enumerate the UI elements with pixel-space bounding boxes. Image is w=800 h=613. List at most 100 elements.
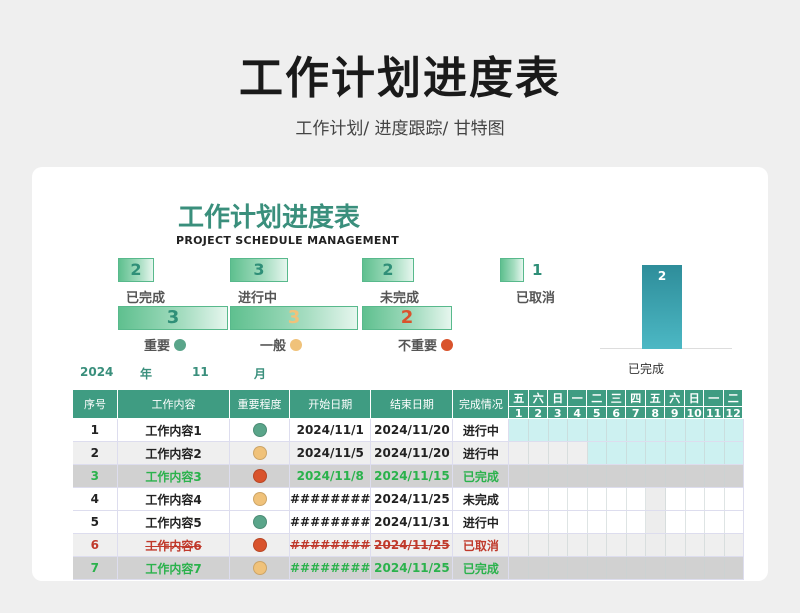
- gantt-cell: [588, 488, 608, 510]
- imp-normal-label: 一般: [260, 335, 303, 354]
- gantt-cell: [725, 511, 744, 533]
- day-header: 四7: [626, 390, 646, 420]
- cell-status: 进行中: [452, 418, 510, 442]
- cell-status: 已取消: [452, 533, 510, 557]
- cell-start-date: ########: [289, 510, 372, 534]
- importance-dot-icon: [252, 492, 267, 507]
- table-row[interactable]: 2 工作内容2 2024/11/5 2024/11/20 进行中: [72, 441, 745, 465]
- weekday-label: 一: [567, 390, 587, 407]
- table-row[interactable]: 5 工作内容5 ######## 2024/11/31 进行中: [72, 510, 745, 534]
- gantt-cell: [627, 465, 647, 487]
- cell-importance: [229, 464, 290, 488]
- gantt-cell: [725, 465, 744, 487]
- gantt-cell: [509, 557, 530, 579]
- gantt-cell: [705, 442, 725, 464]
- gantt-cell: [509, 488, 530, 510]
- gantt-cell: [686, 534, 706, 556]
- cell-start-date: 2024/11/8: [289, 464, 372, 488]
- header-name: 工作内容: [117, 389, 230, 419]
- gantt-cell: [725, 557, 744, 579]
- table-row[interactable]: 6 工作内容6 ######## 2024/11/25 已取消: [72, 533, 745, 557]
- gantt-cell: [529, 419, 549, 441]
- gantt-cell: [724, 442, 744, 464]
- day-header: 三6: [606, 390, 627, 420]
- schedule-table: 序号 工作内容 重要程度 开始日期 结束日期 完成情况 五1六2日3一4二5三6…: [72, 389, 745, 580]
- gantt-cell: [725, 488, 744, 510]
- day-header: 二 12: [723, 390, 744, 420]
- gantt-row: [508, 418, 745, 442]
- imp-minor-text: 不重要: [398, 339, 438, 354]
- gantt-cell: [627, 534, 647, 556]
- stat-inprogress-value: 3: [230, 258, 288, 282]
- table-row[interactable]: 1 工作内容1 2024/11/1 2024/11/20 进行中: [72, 418, 745, 442]
- gantt-row: [508, 533, 745, 557]
- gantt-cell: [607, 534, 627, 556]
- cell-importance: [229, 487, 290, 511]
- weekday-label: 六: [665, 390, 684, 407]
- gantt-cell: [705, 465, 725, 487]
- page-title: 工作计划进度表: [239, 53, 561, 104]
- day-header: 六2: [528, 390, 549, 420]
- cell-start-date: ########: [289, 533, 372, 557]
- gantt-cell: [549, 534, 569, 556]
- table-row[interactable]: 4 工作内容4 ######## 2024/11/25 未完成: [72, 487, 745, 511]
- cell-end-date: 2024/11/20: [370, 441, 454, 465]
- stat-completed-label: 已完成: [126, 291, 166, 306]
- cell-seq: 6: [72, 533, 118, 557]
- year-value: 2024: [80, 365, 114, 379]
- stat-inprogress-label: 进行中: [238, 291, 278, 306]
- cell-start-date: ########: [289, 556, 372, 580]
- gantt-cell: [607, 465, 627, 487]
- gantt-cell: [666, 511, 686, 533]
- gantt-cell: [568, 511, 588, 533]
- importance-dot-icon: [252, 538, 267, 553]
- cell-end-date: 2024/11/25: [370, 533, 454, 557]
- chart-bar-value-label: 2: [657, 269, 667, 283]
- gantt-cell: [549, 442, 569, 464]
- gantt-cell: [509, 465, 530, 487]
- table-row[interactable]: 7 工作内容7 ######## 2024/11/25 已完成: [72, 556, 745, 580]
- cell-importance: [229, 441, 290, 465]
- imp-minor-value: 2: [362, 306, 452, 330]
- weekday-label: 日: [684, 390, 704, 407]
- gantt-cell: [529, 511, 549, 533]
- gantt-cell: [666, 419, 686, 441]
- minor-dot-icon: [441, 338, 454, 351]
- header-importance: 重要程度: [229, 389, 290, 419]
- cell-seq: 2: [72, 441, 118, 465]
- gantt-cell: [568, 465, 588, 487]
- gantt-cell: [666, 488, 686, 510]
- gantt-cell: [529, 534, 549, 556]
- cell-name: 工作内容3: [117, 464, 230, 488]
- gantt-cell: [549, 511, 569, 533]
- gantt-cell: [568, 419, 588, 441]
- month-unit: 月: [254, 367, 267, 381]
- cell-status: 进行中: [452, 510, 510, 534]
- sheet-title: 工作计划进度表: [178, 203, 361, 233]
- gantt-cell: [685, 419, 706, 441]
- gantt-cell: [588, 557, 608, 579]
- cell-name: 工作内容1: [117, 418, 230, 442]
- table-row[interactable]: 3 工作内容3 2024/11/8 2024/11/15 已完成: [72, 464, 745, 488]
- gantt-cell: [529, 465, 549, 487]
- gantt-cell: [666, 557, 686, 579]
- gantt-cell: [646, 442, 667, 464]
- day-header: 日 10: [684, 390, 705, 420]
- page-subtitle: 工作计划/ 进度跟踪/ 甘特图: [295, 119, 505, 139]
- gantt-cell: [705, 488, 725, 510]
- gantt-cell: [626, 419, 647, 441]
- day-header: 五1: [509, 390, 529, 420]
- weekday-label: 日: [548, 390, 567, 407]
- gantt-cell: [724, 419, 744, 441]
- cell-end-date: 2024/11/15: [370, 464, 454, 488]
- gantt-cell: [686, 465, 706, 487]
- header-start: 开始日期: [288, 389, 372, 419]
- cell-end-date: 2024/11/20: [370, 418, 454, 442]
- month-value: 11: [192, 365, 209, 379]
- stat-incomplete-value: 2: [362, 258, 414, 282]
- cell-status: 进行中: [452, 441, 510, 465]
- important-dot-icon: [174, 338, 187, 351]
- gantt-cell: [607, 419, 627, 441]
- cell-end-date: 2024/11/25: [370, 556, 454, 580]
- cell-end-date: 2024/11/31: [370, 510, 454, 534]
